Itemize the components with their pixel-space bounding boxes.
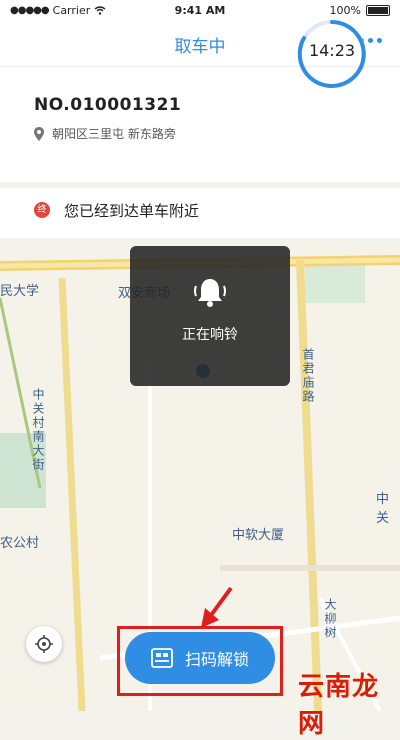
location-text: 朝阳区三里屯 新东路旁 bbox=[52, 127, 176, 141]
highlight-frame bbox=[117, 626, 283, 696]
map-label-daliushu: 大柳树 bbox=[323, 598, 337, 640]
timer-value: 14:23 bbox=[308, 41, 356, 60]
map-label-zhongguan: 中关 bbox=[376, 492, 390, 526]
map-label-university: 民大学 bbox=[0, 284, 40, 299]
highlight-arrow-icon bbox=[201, 586, 233, 628]
location-pin-icon bbox=[34, 126, 44, 141]
arrival-banner: 终 您已经到达单车附近 bbox=[0, 188, 400, 238]
bike-number: NO.010001321 bbox=[34, 95, 182, 115]
bike-location: 朝阳区三里屯 新东路旁 bbox=[34, 125, 176, 142]
map-label-zhongruan: 中软大厦 bbox=[232, 528, 285, 543]
map-label-nonggongcun: 农公村 bbox=[0, 536, 40, 551]
arrival-text: 您已经到达单车附近 bbox=[64, 202, 200, 220]
battery-info: 100% bbox=[330, 4, 390, 17]
locate-button[interactable] bbox=[26, 626, 62, 662]
end-badge-icon: 终 bbox=[34, 202, 50, 218]
battery-icon bbox=[366, 5, 390, 16]
watermark: 云南龙网 bbox=[298, 672, 380, 739]
battery-percent: 100% bbox=[329, 4, 361, 17]
map-label-zhongguancun-street: 中关村南大街 bbox=[31, 388, 45, 472]
ringing-text: 正在响铃 bbox=[182, 327, 238, 343]
bell-icon bbox=[194, 279, 226, 307]
ringing-toast: 正在响铃 bbox=[130, 246, 290, 386]
map-label-shoujunmiao-road: 首君庙路 bbox=[301, 348, 315, 404]
locate-icon bbox=[35, 635, 53, 653]
